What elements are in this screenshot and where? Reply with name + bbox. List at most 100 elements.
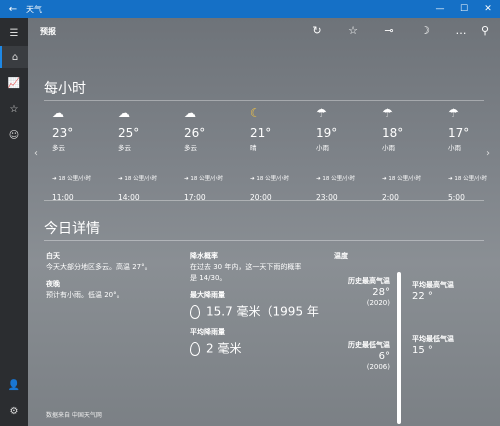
hour-cond: 多云 — [184, 144, 197, 152]
hour-wind: ➜ 18 公里/小时 — [382, 176, 421, 182]
wind-value: 18 公里/小时 — [256, 176, 289, 182]
hist-low-block: 历史最低气温 6° (2006) — [328, 340, 390, 373]
wind-value: 18 公里/小时 — [454, 176, 487, 182]
rain-icon: ☂ — [382, 106, 393, 120]
hour-cond: 小雨 — [448, 144, 461, 152]
hour-cond: 晴 — [250, 144, 257, 152]
night-label: 夜晚 — [46, 280, 60, 288]
divider — [44, 240, 484, 241]
hour-wind: ➜ 18 公里/小时 — [52, 176, 91, 182]
avg-low-label: 平均最低气温 — [412, 335, 454, 343]
hour-temp: 23° — [52, 126, 74, 140]
divider — [44, 200, 484, 201]
hour-item: ☁ 25° 多云 ➜ 18 公里/小时 14:00 — [118, 106, 178, 202]
main-content: 预报 ↻ ☆ ⊸ ☽ … ⚲ 每小时 ‹ › ☁ 23° 多云 ➜ 18 公里/… — [28, 18, 500, 426]
cloud-icon: ☁ — [184, 106, 196, 120]
temperature-bar — [397, 272, 401, 424]
pin-icon[interactable]: ⊸ — [380, 24, 398, 37]
hour-wind: ➜ 18 公里/小时 — [250, 176, 289, 182]
search-icon[interactable]: ⚲ — [476, 24, 494, 37]
close-icon[interactable]: ✕ — [476, 4, 500, 14]
home-icon[interactable]: ⌂ — [0, 46, 28, 68]
avg-low-value: 15 ° — [412, 345, 433, 356]
wind-value: 18 公里/小时 — [190, 176, 223, 182]
refresh-icon[interactable]: ↻ — [308, 24, 326, 37]
top-bar: 预报 ↻ ☆ ⊸ ☽ … ⚲ — [28, 18, 500, 46]
wind-value: 18 公里/小时 — [124, 176, 157, 182]
hour-temp: 17° — [448, 126, 470, 140]
hour-item: ☁ 23° 多云 ➜ 18 公里/小时 11:00 — [52, 106, 112, 202]
forecast-tab[interactable]: 预报 — [40, 26, 56, 37]
favorites-icon[interactable]: ☆ — [0, 98, 28, 120]
max-rain-label: 最大降雨量 — [190, 291, 225, 299]
precip-text: 在过去 30 年内，这一天下雨的概率 — [190, 263, 302, 271]
hist-high-value: 28° — [372, 287, 390, 298]
hour-temp: 26° — [184, 126, 206, 140]
hour-temp: 19° — [316, 126, 338, 140]
title-bar: ← 天气 — ☐ ✕ — [0, 0, 500, 18]
hamburger-menu-icon[interactable]: ☰ — [0, 22, 28, 44]
raindrop-icon — [190, 305, 200, 319]
more-icon[interactable]: … — [452, 24, 470, 37]
precip-text: 是 14/30。 — [190, 274, 227, 282]
hour-item: ☂ 18° 小雨 ➜ 18 公里/小时 2:00 — [382, 106, 442, 202]
hour-temp: 21° — [250, 126, 272, 140]
hour-temp: 25° — [118, 126, 140, 140]
hour-item: ☾ 21° 晴 ➜ 18 公里/小时 20:00 — [250, 106, 310, 202]
moon-icon: ☾ — [250, 106, 261, 120]
hist-high-year: (2020) — [366, 299, 390, 307]
hour-item: ☂ 17° 小雨 ➜ 18 公里/小时 5:00 — [448, 106, 500, 202]
avg-high-block: 平均最高气温 22 ° — [412, 280, 492, 302]
night-text: 预计有小雨。低温 20°。 — [46, 291, 124, 299]
day-label: 白天 — [46, 252, 60, 260]
app-title: 天气 — [26, 4, 42, 14]
day-text: 今天大部分地区多云。高温 27°。 — [46, 263, 152, 271]
hourly-list: ☁ 23° 多云 ➜ 18 公里/小时 11:00 ☁ 25° 多云 ➜ 18 … — [44, 106, 487, 206]
hour-item: ☁ 26° 多云 ➜ 18 公里/小时 17:00 — [184, 106, 244, 202]
wind-value: 18 公里/小时 — [322, 176, 355, 182]
scroll-left-icon[interactable]: ‹ — [34, 148, 38, 159]
hour-cond: 小雨 — [316, 144, 329, 152]
wind-value: 18 公里/小时 — [58, 176, 91, 182]
details-title: 今日详情 — [44, 221, 100, 237]
star-icon[interactable]: ☆ — [344, 24, 362, 37]
maximize-icon[interactable]: ☐ — [452, 4, 476, 14]
hour-wind: ➜ 18 公里/小时 — [316, 176, 355, 182]
divider — [44, 100, 484, 101]
avg-low-block: 平均最低气温 15 ° — [412, 334, 492, 356]
max-rain-value: 15.7 毫米（1995 年 — [206, 304, 319, 319]
temp-label: 温度 — [334, 252, 348, 260]
hour-wind: ➜ 18 公里/小时 — [448, 176, 487, 182]
hour-wind: ➜ 18 公里/小时 — [184, 176, 223, 182]
data-source: 数据来自 中国天气网 — [46, 412, 102, 419]
avg-high-value: 22 ° — [412, 291, 433, 302]
precip-label: 降水概率 — [190, 252, 218, 260]
chart-icon[interactable]: 📈 — [0, 72, 28, 94]
hour-item: ☂ 19° 小雨 ➜ 18 公里/小时 23:00 — [316, 106, 376, 202]
temp-label-column: 温度 — [334, 251, 394, 262]
smile-icon[interactable]: ☺ — [0, 124, 28, 146]
avg-rain-label: 平均降雨量 — [190, 328, 225, 336]
hist-low-year: (2006) — [366, 363, 390, 371]
cloud-icon: ☁ — [118, 106, 130, 120]
hist-high-block: 历史最高气温 28° (2020) — [328, 276, 390, 309]
settings-icon[interactable]: ⚙ — [0, 400, 28, 422]
account-icon[interactable]: 👤 — [0, 374, 28, 396]
hist-low-label: 历史最低气温 — [348, 341, 390, 349]
hour-temp: 18° — [382, 126, 404, 140]
back-arrow-icon[interactable]: ← — [0, 4, 26, 15]
sidebar: ☰ ⌂ 📈 ☆ ☺ 👤 ⚙ — [0, 18, 28, 426]
avg-high-label: 平均最高气温 — [412, 281, 454, 289]
wind-value: 18 公里/小时 — [388, 176, 421, 182]
hourly-title: 每小时 — [44, 81, 86, 97]
hour-cond: 多云 — [118, 144, 131, 152]
raindrop-icon — [190, 342, 200, 356]
hour-wind: ➜ 18 公里/小时 — [118, 176, 157, 182]
moon-mode-icon[interactable]: ☽ — [416, 24, 434, 37]
minimize-icon[interactable]: — — [428, 4, 452, 14]
hist-low-value: 6° — [378, 351, 390, 362]
avg-rain-value: 2 毫米 — [206, 341, 242, 356]
cloud-icon: ☁ — [52, 106, 64, 120]
rain-icon: ☂ — [316, 106, 327, 120]
day-night-column: 白天 今天大部分地区多云。高温 27°。 夜晚 预计有小雨。低温 20°。 — [46, 251, 176, 301]
